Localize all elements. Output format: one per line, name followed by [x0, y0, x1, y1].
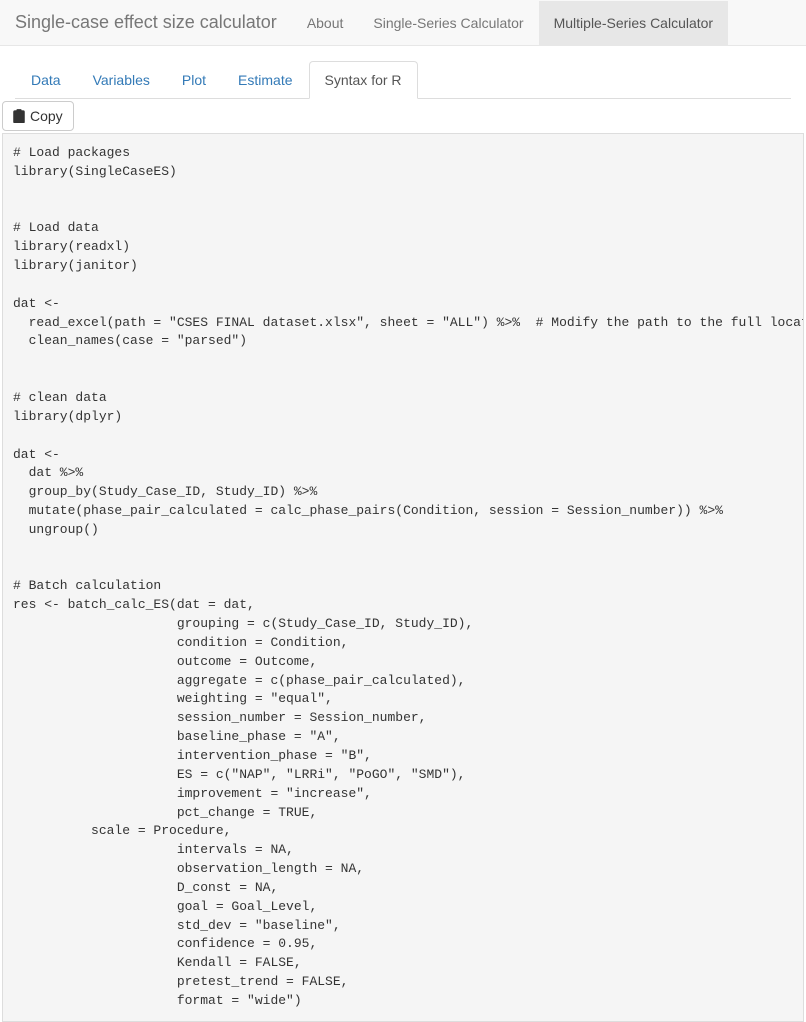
tab-content: Copy # Load packages library(SingleCaseE… — [0, 99, 806, 1022]
tab-plot[interactable]: Plot — [166, 61, 222, 99]
sub-tabs: Data Variables Plot Estimate Syntax for … — [15, 61, 791, 99]
copy-button-row: Copy — [0, 99, 806, 131]
nav-item-single-series[interactable]: Single-Series Calculator — [358, 1, 538, 45]
clipboard-icon — [13, 109, 25, 123]
app-title: Single-case effect size calculator — [0, 0, 292, 45]
tab-data[interactable]: Data — [15, 61, 77, 99]
top-navbar: Single-case effect size calculator About… — [0, 0, 806, 46]
copy-button-label: Copy — [30, 108, 63, 124]
tab-estimate[interactable]: Estimate — [222, 61, 308, 99]
copy-button[interactable]: Copy — [2, 101, 74, 131]
nav-item-multiple-series[interactable]: Multiple-Series Calculator — [539, 1, 729, 45]
nav-item-about[interactable]: About — [292, 1, 359, 45]
tab-syntax-for-r[interactable]: Syntax for R — [309, 61, 418, 99]
tab-variables[interactable]: Variables — [77, 61, 166, 99]
r-syntax-code: # Load packages library(SingleCaseES) # … — [2, 133, 804, 1022]
